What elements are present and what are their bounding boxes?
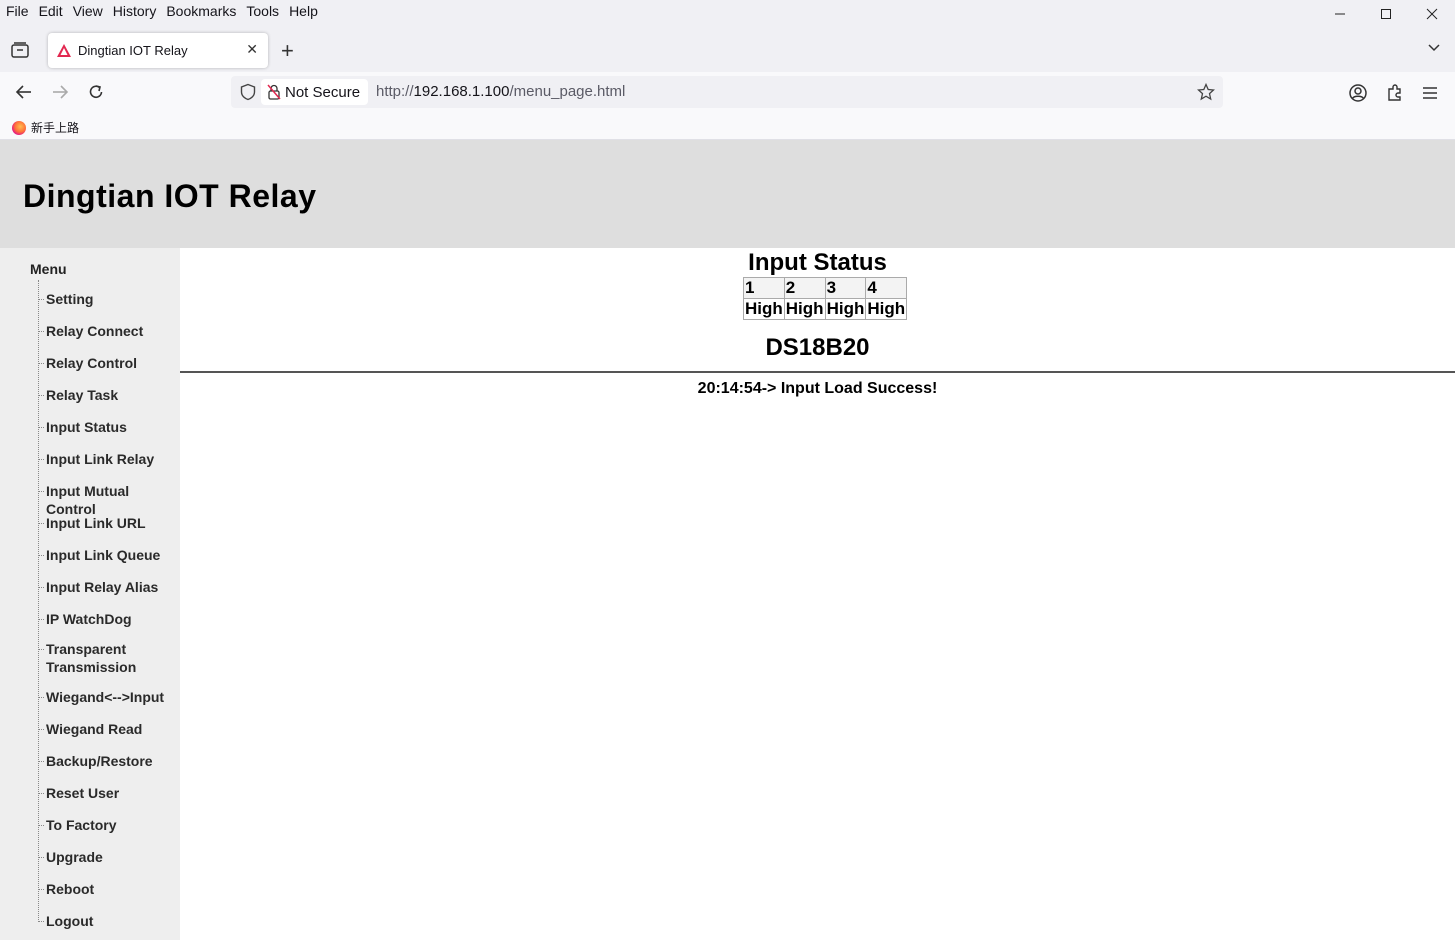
menu-bookmarks[interactable]: Bookmarks (166, 3, 236, 19)
bookmark-getting-started[interactable]: 新手上路 (12, 119, 79, 136)
maximize-icon[interactable] (1363, 0, 1409, 28)
account-icon[interactable] (1348, 83, 1368, 103)
sidebar-item-input-status[interactable]: Input Status (38, 418, 127, 436)
bookmarks-toolbar (0, 112, 1455, 140)
url-bar[interactable]: Not Secure http://192.168.1.100/menu_pag… (231, 76, 1223, 108)
menu-help[interactable]: Help (289, 3, 318, 19)
tab-manager-icon[interactable] (10, 40, 30, 60)
sidebar-item-input-link-queue[interactable]: Input Link Queue (38, 546, 160, 564)
ds18b20-heading: DS18B20 (765, 334, 870, 361)
input-value-cell: High (865, 298, 908, 320)
not-secure-label: Not Secure (285, 83, 361, 101)
sidebar-item-backup-restore[interactable]: Backup/Restore (38, 752, 153, 770)
input-status-table: 1 2 3 4 High High High High (743, 277, 908, 320)
main-content: Input Status 1 2 3 4 High High High High… (180, 248, 1455, 940)
input-value-cell: High (824, 298, 867, 320)
app-menu-icon[interactable] (1421, 83, 1439, 103)
menu-edit[interactable]: Edit (39, 3, 63, 19)
sidebar-item-input-link-relay[interactable]: Input Link Relay (38, 450, 154, 468)
close-window-icon[interactable] (1409, 0, 1455, 28)
sidebar-item-relay-control[interactable]: Relay Control (38, 354, 137, 372)
web-page: Dingtian IOT Relay Menu Setting Relay Co… (0, 140, 1455, 940)
sidebar-item-setting[interactable]: Setting (38, 290, 93, 308)
tab-dingtian[interactable]: Dingtian IOT Relay ✕ (48, 33, 268, 68)
divider (180, 371, 1455, 373)
broken-lock-icon (267, 84, 281, 100)
bookmark-label: 新手上路 (31, 121, 80, 135)
menu-tools[interactable]: Tools (246, 3, 279, 19)
sidebar-item-logout[interactable]: Logout (38, 912, 93, 930)
sidebar-menu: Menu Setting Relay Connect Relay Control… (0, 248, 180, 940)
close-tab-icon[interactable]: ✕ (246, 41, 258, 58)
reload-icon[interactable] (86, 82, 106, 102)
sidebar-item-relay-connect[interactable]: Relay Connect (38, 322, 143, 340)
menu-title: Menu (30, 261, 67, 277)
tab-title: Dingtian IOT Relay (78, 43, 188, 58)
url-path: /menu_page.html (509, 83, 626, 100)
input-value-cell: High (743, 298, 785, 320)
bookmark-star-icon[interactable] (1197, 83, 1215, 101)
input-header-cell: 4 (865, 277, 908, 299)
sidebar-item-transparent-transmission[interactable]: Transparent Transmission (38, 640, 156, 676)
sidebar-item-relay-task[interactable]: Relay Task (38, 386, 118, 404)
table-header-row: 1 2 3 4 (743, 277, 908, 299)
new-tab-button[interactable]: + (281, 38, 294, 64)
not-secure-indicator[interactable]: Not Secure (261, 79, 369, 105)
sidebar-item-input-mutual-control[interactable]: Input Mutual Control (38, 482, 180, 518)
table-row: High High High High (743, 298, 908, 320)
extensions-icon[interactable] (1385, 83, 1405, 103)
url-prefix: http:// (376, 83, 414, 100)
minimize-icon[interactable] (1317, 0, 1363, 28)
sidebar-item-ip-watchdog[interactable]: IP WatchDog (38, 610, 132, 628)
url-text[interactable]: http://192.168.1.100/menu_page.html (376, 83, 625, 100)
url-host: 192.168.1.100 (413, 83, 510, 100)
sidebar-item-wiegand-read[interactable]: Wiegand Read (38, 720, 142, 738)
site-warning-icon (57, 43, 71, 57)
tracking-protection-shield-icon[interactable] (239, 83, 257, 101)
input-header-cell: 2 (783, 277, 826, 299)
page-banner: Dingtian IOT Relay (0, 140, 1455, 248)
sidebar-item-to-factory[interactable]: To Factory (38, 816, 117, 834)
browser-chrome: File Edit View History Bookmarks Tools H… (0, 0, 1455, 140)
input-value-cell: High (783, 298, 826, 320)
input-header-cell: 1 (743, 277, 785, 299)
sidebar-item-reset-user[interactable]: Reset User (38, 784, 119, 802)
status-message: 20:14:54-> Input Load Success! (697, 380, 938, 397)
input-status-heading: Input Status (748, 249, 887, 276)
menu-view[interactable]: View (73, 3, 103, 19)
sidebar-item-reboot[interactable]: Reboot (38, 880, 94, 898)
list-all-tabs-icon[interactable] (1427, 40, 1441, 54)
input-header-cell: 3 (824, 277, 867, 299)
window-controls (1317, 0, 1455, 28)
forward-icon[interactable] (50, 82, 70, 102)
menu-bar: File Edit View History Bookmarks Tools H… (0, 0, 1455, 22)
sidebar-item-input-relay-alias[interactable]: Input Relay Alias (38, 578, 158, 596)
page-title: Dingtian IOT Relay (23, 178, 317, 214)
menu-file[interactable]: File (6, 3, 29, 19)
firefox-icon (12, 120, 26, 135)
back-icon[interactable] (14, 82, 34, 102)
menu-tree-line (38, 280, 39, 920)
sidebar-item-input-link-url[interactable]: Input Link URL (38, 514, 146, 532)
menu-history[interactable]: History (113, 3, 157, 19)
sidebar-item-wiegand-input[interactable]: Wiegand<-->Input (38, 688, 164, 706)
sidebar-item-upgrade[interactable]: Upgrade (38, 848, 103, 866)
